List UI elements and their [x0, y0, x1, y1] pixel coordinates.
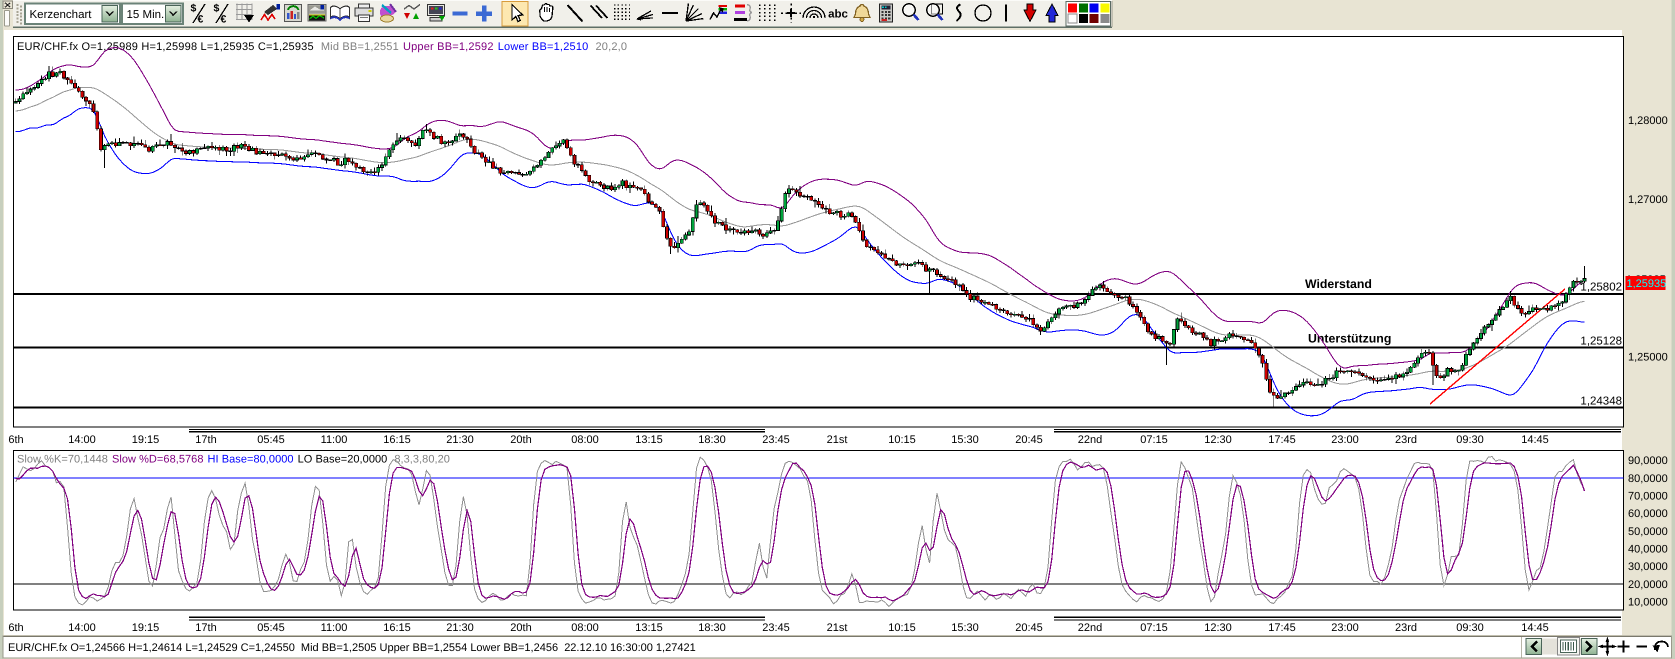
svg-text:23:00: 23:00 — [1331, 434, 1359, 446]
svg-text:14:00: 14:00 — [68, 434, 96, 446]
svg-text:21:30: 21:30 — [446, 434, 474, 446]
svg-text:11:00: 11:00 — [321, 622, 348, 634]
svg-text:17th: 17th — [195, 622, 216, 634]
svg-text:15:30: 15:30 — [951, 434, 979, 446]
svg-text:13:15: 13:15 — [635, 622, 663, 634]
svg-text:23:45: 23:45 — [762, 434, 790, 446]
svg-text:70,0000: 70,0000 — [1628, 491, 1668, 503]
svg-text:50,0000: 50,0000 — [1628, 526, 1668, 538]
svg-text:80,0000: 80,0000 — [1628, 473, 1668, 485]
svg-text:abc: abc — [828, 9, 848, 21]
svg-text:12:30: 12:30 — [1204, 622, 1232, 634]
svg-text:17th: 17th — [195, 434, 216, 446]
svg-text:07:15: 07:15 — [1140, 622, 1168, 634]
svg-text:19:15: 19:15 — [132, 434, 160, 446]
svg-text:05:45: 05:45 — [257, 622, 285, 634]
svg-text:10,0000: 10,0000 — [1628, 597, 1668, 609]
svg-text:18:30: 18:30 — [698, 622, 726, 634]
svg-text:60,0000: 60,0000 — [1628, 508, 1668, 520]
svg-text:21st: 21st — [827, 434, 848, 446]
svg-text:09:30: 09:30 — [1456, 622, 1484, 634]
svg-text:40,0000: 40,0000 — [1628, 544, 1668, 556]
svg-text:Widerstand: Widerstand — [1305, 277, 1372, 291]
svg-text:10:15: 10:15 — [888, 622, 916, 634]
svg-text:21:30: 21:30 — [446, 622, 474, 634]
svg-text:23rd: 23rd — [1395, 622, 1417, 634]
svg-text:16:15: 16:15 — [383, 434, 411, 446]
svg-text:Kerzenchart: Kerzenchart — [30, 9, 93, 21]
svg-text:16:15: 16:15 — [383, 622, 411, 634]
svg-text:$: $ — [191, 3, 197, 15]
svg-text:90,0000: 90,0000 — [1628, 455, 1668, 467]
svg-text:EUR/CHF.fx O=1,24566 H=1,24614: EUR/CHF.fx O=1,24566 H=1,24614 L=1,24529… — [8, 642, 696, 654]
svg-text:08:00: 08:00 — [571, 434, 599, 446]
svg-text:$: $ — [214, 3, 220, 15]
svg-text:07:15: 07:15 — [1140, 434, 1168, 446]
svg-text:6th: 6th — [8, 434, 23, 446]
svg-text:30,0000: 30,0000 — [1628, 561, 1668, 573]
svg-text:€: € — [221, 14, 227, 26]
svg-text:23rd: 23rd — [1395, 434, 1417, 446]
svg-text:22nd: 22nd — [1078, 622, 1102, 634]
svg-text:08:00: 08:00 — [571, 622, 599, 634]
svg-text:17:45: 17:45 — [1268, 622, 1296, 634]
svg-text:20th: 20th — [510, 622, 531, 634]
svg-text:18:30: 18:30 — [698, 434, 726, 446]
svg-text:1,24348: 1,24348 — [1580, 396, 1622, 408]
svg-text:12:30: 12:30 — [1204, 434, 1232, 446]
svg-text:€: € — [198, 14, 204, 26]
svg-text:1,25802: 1,25802 — [1580, 282, 1622, 294]
svg-text:1,28000: 1,28000 — [1628, 115, 1668, 127]
svg-text:23:45: 23:45 — [762, 622, 790, 634]
svg-text:20th: 20th — [510, 434, 531, 446]
svg-text:09:30: 09:30 — [1456, 434, 1484, 446]
svg-text:20,0000: 20,0000 — [1628, 579, 1668, 591]
svg-text:1,25935: 1,25935 — [1627, 278, 1667, 290]
svg-text:17:45: 17:45 — [1268, 434, 1296, 446]
svg-text:05:45: 05:45 — [257, 434, 285, 446]
svg-text:19:15: 19:15 — [132, 622, 160, 634]
svg-text:10:15: 10:15 — [888, 434, 916, 446]
svg-text:15 Min.: 15 Min. — [127, 9, 165, 21]
svg-text:22nd: 22nd — [1078, 434, 1102, 446]
svg-text:14:00: 14:00 — [68, 622, 96, 634]
svg-text:11:00: 11:00 — [321, 434, 348, 446]
svg-text:1,25128: 1,25128 — [1580, 336, 1622, 348]
svg-text:21st: 21st — [827, 622, 848, 634]
svg-text:14:45: 14:45 — [1521, 622, 1549, 634]
svg-text:1,25000: 1,25000 — [1628, 352, 1668, 364]
svg-text:1,27000: 1,27000 — [1628, 194, 1668, 206]
svg-text:EUR/CHF.fx O=1,25989 H=1,25998: EUR/CHF.fx O=1,25989 H=1,25998 L=1,25935… — [17, 41, 627, 53]
svg-text:Slow %K=70,1448Slow %D=68,5768: Slow %K=70,1448Slow %D=68,5768HI Base=80… — [17, 454, 450, 466]
svg-text:20:45: 20:45 — [1015, 622, 1043, 634]
svg-text:14:45: 14:45 — [1521, 434, 1549, 446]
svg-text:6th: 6th — [8, 622, 23, 634]
svg-text:20:45: 20:45 — [1015, 434, 1043, 446]
svg-text:23:00: 23:00 — [1331, 622, 1359, 634]
svg-text:15:30: 15:30 — [951, 622, 979, 634]
svg-text:13:15: 13:15 — [635, 434, 663, 446]
